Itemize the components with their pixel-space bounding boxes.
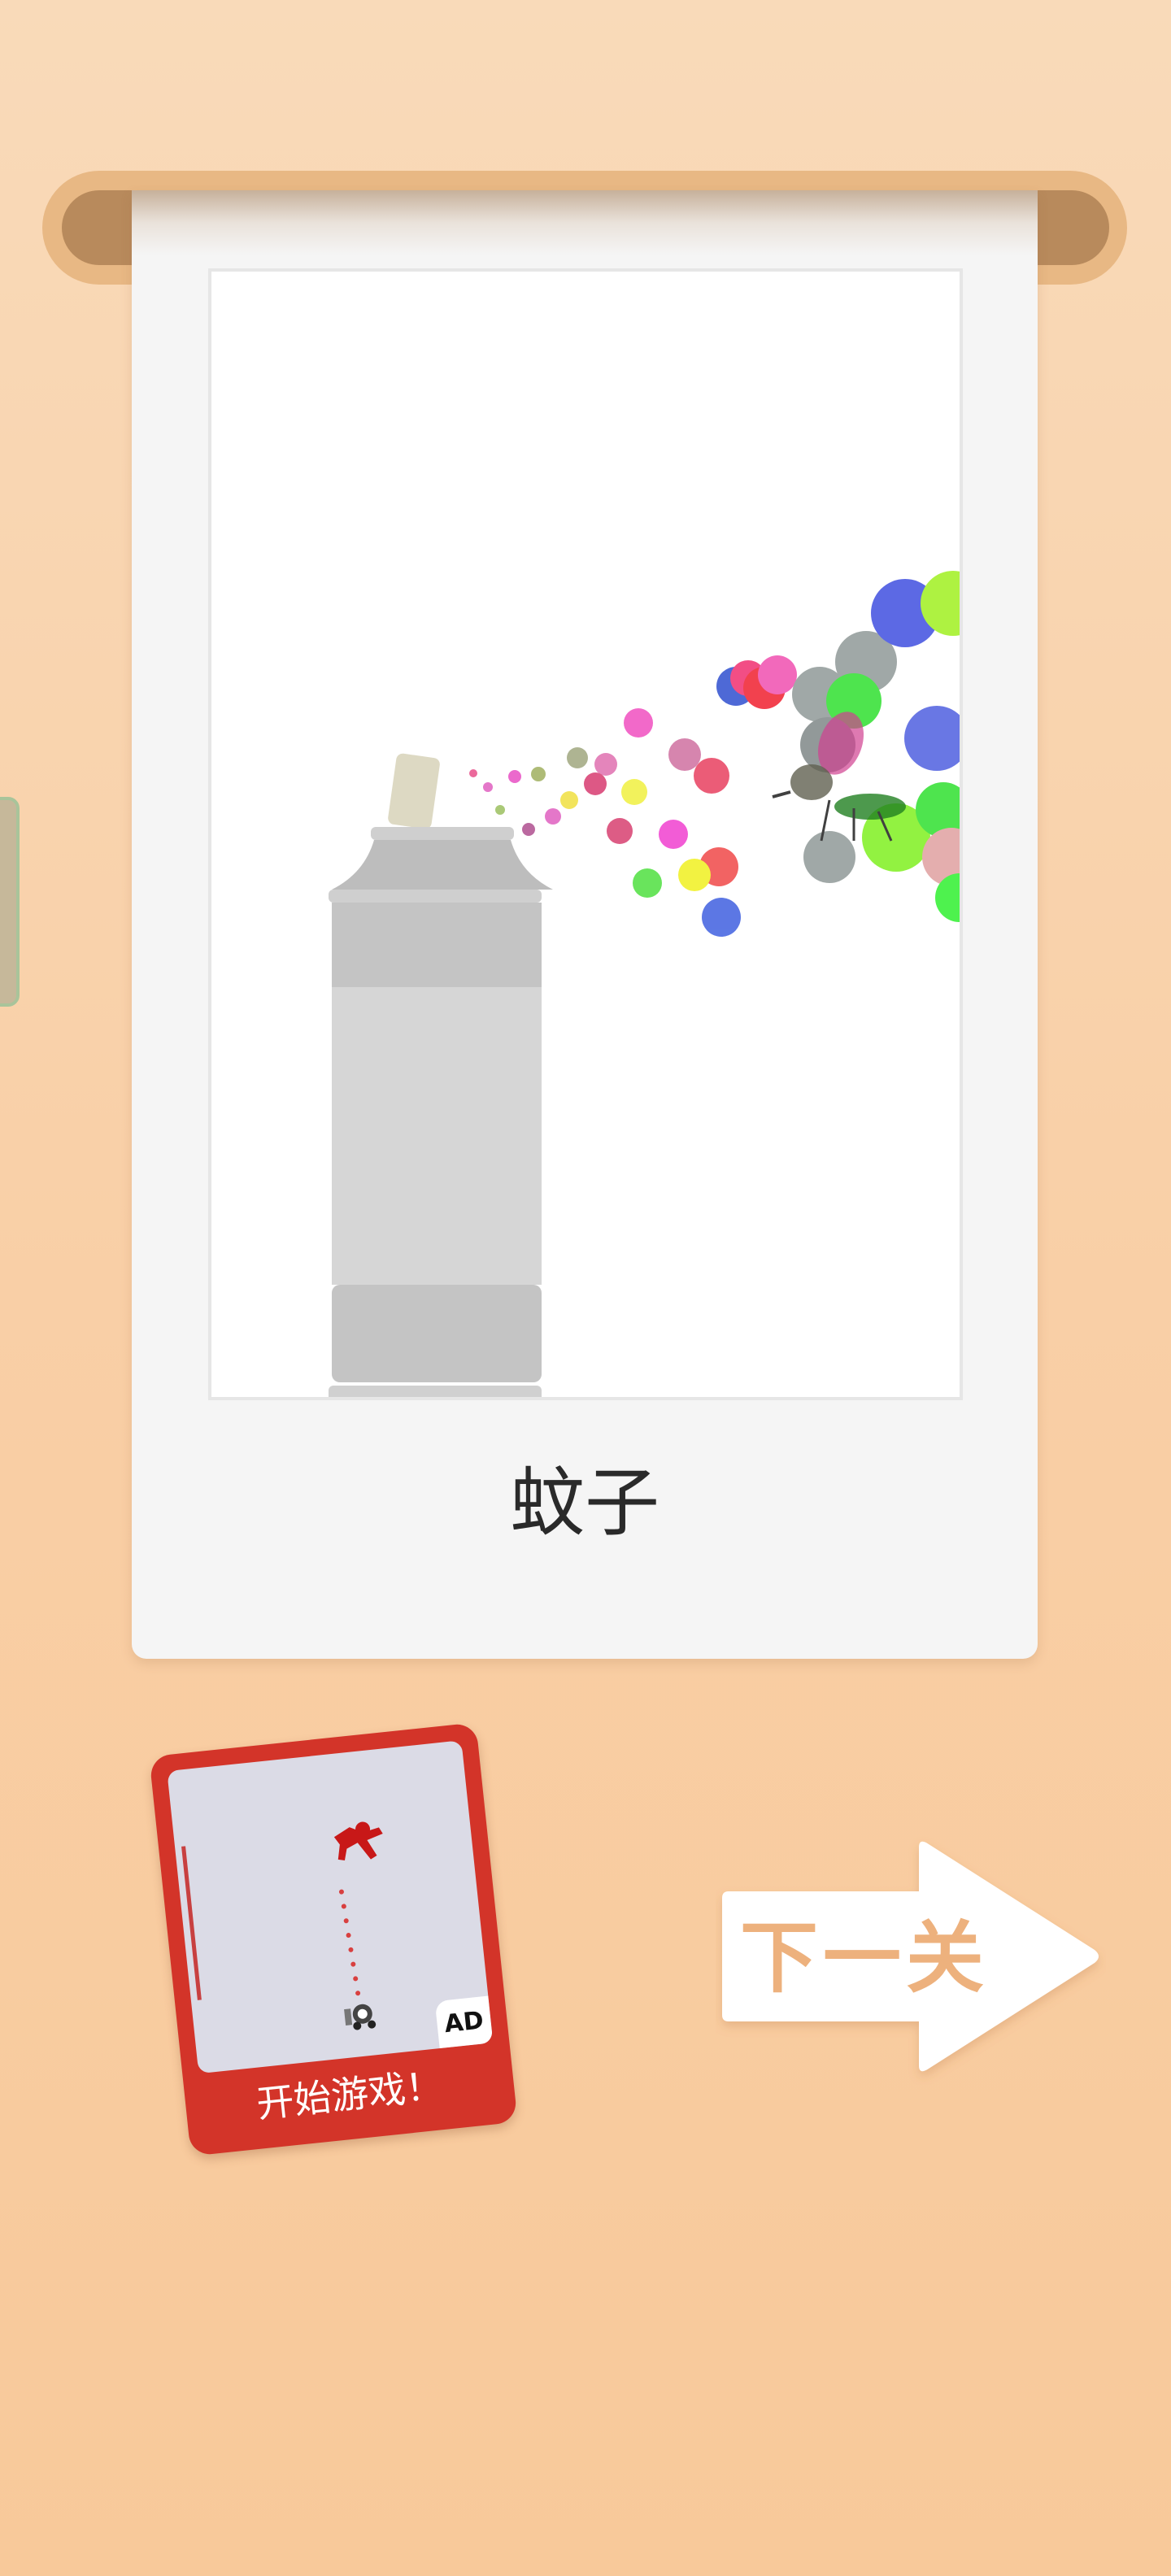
answer-label: 蚊子 xyxy=(509,1460,660,1547)
ad-game-card[interactable]: AD 开始游戏！ xyxy=(149,1722,518,2156)
falling-man-icon xyxy=(333,1821,383,1861)
card-shadow xyxy=(132,190,1038,255)
next-level-label: 下一关 xyxy=(740,1912,989,2004)
ad-badge: AD xyxy=(434,1995,494,2049)
cannon-icon xyxy=(344,2004,377,2030)
ad-preview: AD xyxy=(167,1740,494,2074)
spray-particles xyxy=(469,571,960,937)
next-level-button[interactable]: 下一关 xyxy=(716,1836,1106,2085)
trajectory-dots xyxy=(338,1889,361,1996)
side-drawer-tab[interactable] xyxy=(0,797,20,1007)
spray-can xyxy=(329,753,553,1397)
spray-scene xyxy=(329,571,960,1397)
puzzle-picture[interactable] xyxy=(208,268,963,1400)
